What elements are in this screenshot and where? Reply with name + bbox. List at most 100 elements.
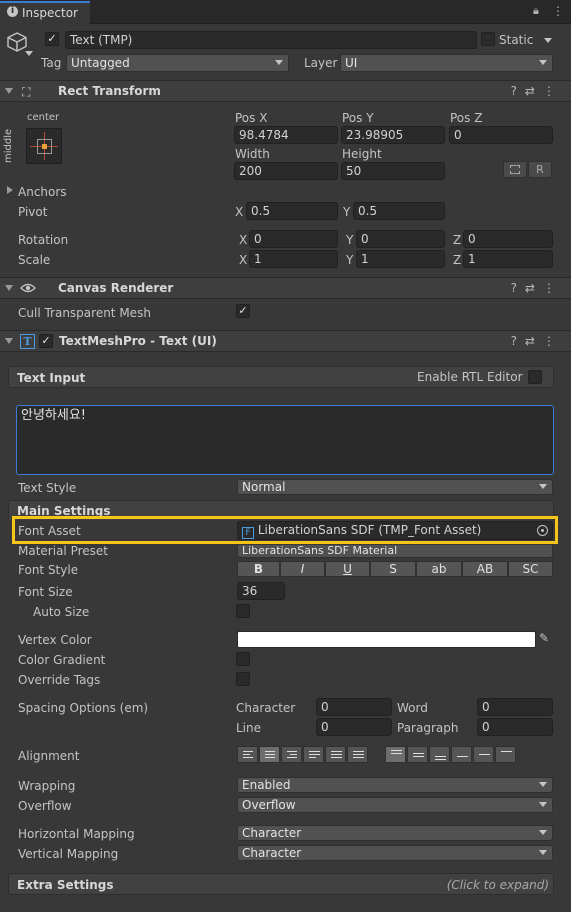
component-title: Canvas Renderer <box>58 281 174 295</box>
align-capline-button[interactable] <box>495 746 516 763</box>
pos-x-field[interactable]: 98.4784 <box>234 126 338 144</box>
font-style-lowercase[interactable]: ab <box>416 561 462 577</box>
foldout-arrow-icon[interactable] <box>5 285 13 291</box>
tab-inspector[interactable]: i Inspector <box>0 1 90 24</box>
font-asset-highlight <box>12 516 558 544</box>
text-style-value: Normal <box>242 480 286 494</box>
align-geometry-button[interactable] <box>347 746 368 763</box>
text-style-dropdown[interactable]: Normal <box>237 479 553 495</box>
pos-z-field[interactable]: 0 <box>449 126 553 144</box>
align-center-button[interactable] <box>259 746 280 763</box>
vmap-label: Vertical Mapping <box>18 847 119 861</box>
alignment-label: Alignment <box>18 749 80 763</box>
font-style-underline[interactable]: U <box>325 561 370 577</box>
canvas-renderer-header[interactable]: Canvas Renderer ?⇄⋮ <box>0 277 571 299</box>
hmap-label: Horizontal Mapping <box>18 827 135 841</box>
tag-dropdown[interactable]: Untagged <box>66 54 289 72</box>
rtl-checkbox[interactable] <box>528 370 542 384</box>
line-spacing-field[interactable]: 0 <box>316 718 392 736</box>
foldout-arrow-icon[interactable] <box>5 88 13 94</box>
align-left-button[interactable] <box>237 746 258 763</box>
material-preset-dropdown[interactable]: LiberationSans SDF Material <box>237 545 553 558</box>
width-field[interactable]: 200 <box>234 162 338 180</box>
font-style-uppercase[interactable]: AB <box>462 561 508 577</box>
align-middle-button[interactable] <box>407 746 428 763</box>
auto-size-label: Auto Size <box>33 605 90 619</box>
static-dropdown-arrow[interactable] <box>544 38 552 43</box>
pos-z-label: Pos Z <box>450 111 483 125</box>
font-style-italic[interactable]: I <box>280 561 325 577</box>
eyedropper-icon[interactable]: ✎ <box>539 631 549 645</box>
font-style-smallcaps[interactable]: SC <box>508 561 553 577</box>
vertical-mapping-dropdown[interactable]: Character <box>237 845 553 861</box>
rect-transform-icon: ⛶ <box>22 85 31 99</box>
pos-y-field[interactable]: 23.98905 <box>341 126 445 144</box>
vertex-color-swatch[interactable] <box>237 631 536 648</box>
height-field[interactable]: 50 <box>341 162 445 180</box>
rect-transform-header[interactable]: ⛶ Rect Transform ?⇄⋮ <box>0 80 571 102</box>
pivot-x-label: X <box>235 205 244 219</box>
text-input-value: 안녕하세요! <box>21 408 87 423</box>
component-header-icons[interactable]: ?⇄⋮ <box>511 281 563 295</box>
tmp-header[interactable]: T ✓ TextMeshPro - Text (UI) ?⇄⋮ <box>0 330 571 352</box>
overflow-dropdown[interactable]: Overflow <box>237 797 553 813</box>
align-baseline-button[interactable] <box>451 746 472 763</box>
character-spacing-field[interactable]: 0 <box>316 698 392 716</box>
chevron-down-icon <box>539 850 547 855</box>
anchors-label[interactable]: Anchors <box>18 185 67 199</box>
horizontal-mapping-dropdown[interactable]: Character <box>237 825 553 841</box>
icon-dropdown-arrow[interactable] <box>25 51 33 56</box>
scale-x-field[interactable]: 1 <box>249 250 338 268</box>
rotation-y-field[interactable]: 0 <box>356 230 445 248</box>
object-name-field[interactable]: Text (TMP) <box>65 31 477 49</box>
align-flush-button[interactable] <box>325 746 346 763</box>
lock-icon[interactable]: 🔒︎ <box>533 4 539 18</box>
wrapping-dropdown[interactable]: Enabled <box>237 777 553 793</box>
align-midline-button[interactable] <box>473 746 494 763</box>
gameobject-cube-icon <box>6 31 28 53</box>
color-gradient-checkbox[interactable] <box>236 652 250 666</box>
align-top-button[interactable] <box>385 746 406 763</box>
extra-settings-section[interactable]: Extra Settings (Click to expand) <box>8 873 554 895</box>
text-style-label: Text Style <box>18 481 77 495</box>
font-style-bold[interactable]: B <box>237 561 280 577</box>
rot-z-label: Z <box>453 233 462 247</box>
paragraph-spacing-field[interactable]: 0 <box>477 718 553 736</box>
component-title: Rect Transform <box>58 84 161 98</box>
text-input-area[interactable]: 안녕하세요! <box>16 405 554 475</box>
pivot-y-field[interactable]: 0.5 <box>353 202 445 220</box>
layer-dropdown[interactable]: UI <box>340 54 553 72</box>
pivot-x-field[interactable]: 0.5 <box>246 202 338 220</box>
rotation-z-field[interactable]: 0 <box>463 230 553 248</box>
anchor-preset-button[interactable] <box>26 128 62 164</box>
vertex-color-label: Vertex Color <box>18 633 92 647</box>
scale-z-field[interactable]: 1 <box>463 250 553 268</box>
pivot-y-label: Y <box>343 205 351 219</box>
font-size-field[interactable]: 36 <box>237 582 285 600</box>
tab-label: Inspector <box>22 6 78 20</box>
more-menu-icon[interactable]: ⋮ <box>552 4 564 18</box>
word-spacing-field[interactable]: 0 <box>477 698 553 716</box>
align-bottom-button[interactable] <box>429 746 450 763</box>
extra-settings-hint: (Click to expand) <box>446 878 549 892</box>
override-tags-checkbox[interactable] <box>236 672 250 686</box>
tmp-enabled-checkbox[interactable]: ✓ <box>39 334 53 348</box>
align-justified-button[interactable] <box>303 746 324 763</box>
scale-y-field[interactable]: 1 <box>356 250 445 268</box>
scale-x-label: X <box>239 253 248 267</box>
align-right-button[interactable] <box>281 746 302 763</box>
chevron-down-icon <box>539 802 547 807</box>
active-checkbox[interactable]: ✓ <box>45 32 59 46</box>
cull-checkbox[interactable]: ✓ <box>236 304 250 318</box>
rotation-x-field[interactable]: 0 <box>249 230 338 248</box>
foldout-arrow-icon[interactable] <box>5 338 13 344</box>
static-checkbox[interactable] <box>481 32 495 46</box>
auto-size-checkbox[interactable] <box>236 604 250 618</box>
font-style-strikethrough[interactable]: S <box>370 561 416 577</box>
component-header-icons[interactable]: ?⇄⋮ <box>511 84 563 98</box>
anchors-foldout-arrow[interactable] <box>7 186 13 194</box>
component-header-icons[interactable]: ?⇄⋮ <box>511 334 563 348</box>
raw-edit-button[interactable]: R <box>528 161 552 178</box>
extra-settings-label: Extra Settings <box>17 878 114 892</box>
blueprint-mode-button[interactable] <box>503 161 527 178</box>
